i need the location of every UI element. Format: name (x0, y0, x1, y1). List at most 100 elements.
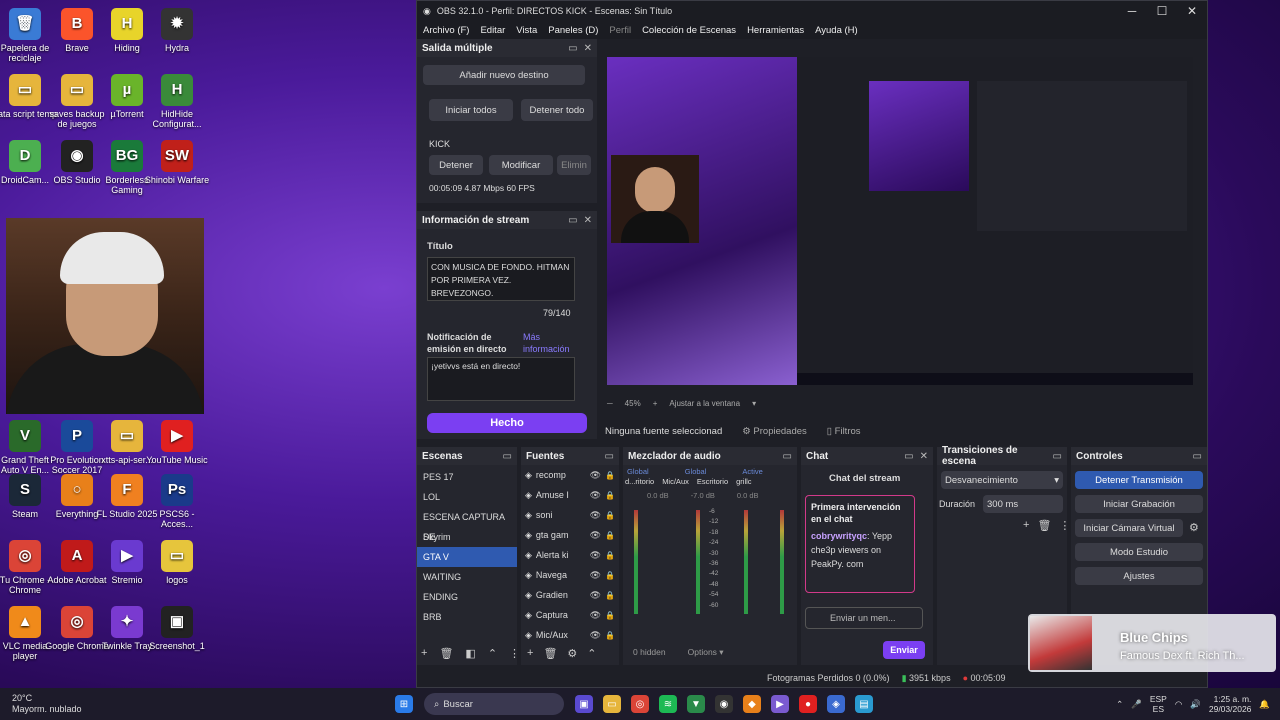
done-button[interactable]: Hecho (427, 413, 587, 433)
menu-paneles[interactable]: Paneles (D) (548, 25, 598, 36)
scene-item[interactable]: ENDING (417, 587, 517, 607)
desktop-icon[interactable]: Ps PSCS6 - Acces... (144, 474, 210, 529)
fit-to-window[interactable]: Ajustar a la ventana (669, 399, 740, 408)
source-item[interactable]: ◈ Captura 👁 🔒 (521, 605, 619, 625)
transition-select[interactable]: Desvanecimiento ▾ (941, 471, 1063, 489)
app-icon[interactable]: ▼ (687, 695, 705, 713)
lock-icon[interactable]: 🔒 (605, 551, 619, 560)
undock-icon[interactable]: ▭ (568, 43, 577, 54)
menu-editar[interactable]: Editar (480, 25, 505, 36)
program-preview[interactable] (607, 57, 1193, 385)
wifi-icon[interactable]: ◠ (1175, 699, 1182, 709)
search-box[interactable]: ⌕ Buscar (424, 693, 564, 715)
move-up-icon[interactable]: ⌃ (488, 647, 497, 660)
source-item[interactable]: ◈ gta gam 👁 🔒 (521, 525, 619, 545)
chat-input[interactable]: Enviar un men... (805, 607, 923, 629)
app-icon[interactable]: ▤ (855, 695, 873, 713)
add-destination-button[interactable]: Añadir nuevo destino (423, 65, 585, 85)
chat-username[interactable]: cobrywrityqc (811, 531, 867, 541)
chrome-icon[interactable]: ◎ (631, 695, 649, 713)
delete-scene-icon[interactable]: 🗑 (439, 647, 453, 660)
zoom-out-icon[interactable]: ─ (607, 399, 613, 408)
menu-coleccion[interactable]: Colección de Escenas (642, 25, 736, 36)
undock-icon[interactable]: ▭ (568, 215, 577, 226)
mixer-tab[interactable]: Global (685, 467, 707, 476)
lock-icon[interactable]: 🔒 (605, 531, 619, 540)
language-indicator[interactable]: ESP ES (1150, 694, 1167, 714)
visibility-icon[interactable]: 👁 (590, 590, 601, 601)
scene-item[interactable]: ESCENA CAPTURA DE (417, 507, 517, 542)
properties-button[interactable]: ⚙ Propiedades (742, 426, 807, 437)
source-item[interactable]: ◈ Alerta ki 👁 🔒 (521, 545, 619, 565)
spotify-icon[interactable]: ≋ (659, 695, 677, 713)
notification-input[interactable]: ¡yetivvs está en directo! (427, 357, 575, 401)
menu-perfil[interactable]: Perfil (609, 25, 631, 36)
source-item[interactable]: ◈ Navega 👁 🔒 (521, 565, 619, 585)
explorer-icon[interactable]: ▭ (603, 695, 621, 713)
desktop-icon[interactable]: ▣ Screenshot_1 (144, 606, 210, 651)
visibility-icon[interactable]: 👁 (590, 610, 601, 621)
send-button[interactable]: Enviar (883, 641, 925, 659)
desktop-icon[interactable]: ✹ Hydra (144, 8, 210, 53)
undock-icon[interactable]: ▭ (783, 451, 792, 462)
app-icon[interactable]: ◆ (743, 695, 761, 713)
add-scene-icon[interactable]: + (421, 647, 427, 660)
scene-item[interactable]: WAITING (417, 567, 517, 587)
stop-all-button[interactable]: Detener todo (521, 99, 593, 121)
delete-source-icon[interactable]: 🗑 (543, 647, 557, 660)
studio-mode-button[interactable]: Modo Estudio (1075, 543, 1203, 561)
app-icon[interactable]: ◈ (827, 695, 845, 713)
more-info-link[interactable]: Más información (523, 331, 583, 355)
clock[interactable]: 1:25 a. m. 29/03/2026 (1209, 694, 1252, 714)
desktop-icon[interactable]: ▶ YouTube Music (144, 420, 210, 465)
add-transition-icon[interactable]: + (1023, 519, 1029, 532)
title-input[interactable]: CON MUSICA DE FONDO. HITMAN POR PRIMERA … (427, 257, 575, 301)
obs-taskbar-icon[interactable]: ◉ (715, 695, 733, 713)
stop-stream-button[interactable]: Detener Transmisión (1075, 471, 1203, 489)
menu-ayuda[interactable]: Ayuda (H) (815, 25, 858, 36)
lock-icon[interactable]: 🔒 (605, 471, 619, 480)
lock-icon[interactable]: 🔒 (605, 611, 619, 620)
close-button[interactable]: ✕ (1177, 4, 1207, 18)
app-icon[interactable]: ▶ (771, 695, 789, 713)
close-dock-icon[interactable]: ✕ (584, 215, 592, 226)
source-item[interactable]: ◈ Gradien 👁 🔒 (521, 585, 619, 605)
menu-archivo[interactable]: Archivo (F) (423, 25, 469, 36)
undock-icon[interactable]: ▭ (1193, 451, 1202, 462)
now-playing-toast[interactable]: Blue Chips Famous Dex ft. Rich Th... (1028, 614, 1276, 672)
menu-vista[interactable]: Vista (516, 25, 537, 36)
visibility-icon[interactable]: 👁 (590, 570, 601, 581)
add-source-icon[interactable]: + (527, 647, 533, 660)
source-item[interactable]: ◈ Mic/Aux 👁 🔒 (521, 625, 619, 645)
lock-icon[interactable]: 🔒 (605, 631, 619, 640)
settings-button[interactable]: Ajustes (1075, 567, 1203, 585)
undock-icon[interactable]: ▭ (503, 451, 512, 462)
desktop-icon[interactable]: SW Shinobi Warfare (144, 140, 210, 185)
source-item[interactable]: ◈ recomp 👁 🔒 (521, 465, 619, 485)
visibility-icon[interactable]: 👁 (590, 630, 601, 641)
undock-icon[interactable]: ▭ (904, 451, 913, 462)
source-settings-icon[interactable]: ⚙ (567, 647, 577, 660)
stop-destination-button[interactable]: Detener (429, 155, 483, 175)
menu-herramientas[interactable]: Herramientas (747, 25, 804, 36)
tray-chevron-icon[interactable]: ⌃ (1116, 699, 1123, 709)
filters-button[interactable]: ▯ Filtros (827, 426, 861, 437)
visibility-icon[interactable]: 👁 (590, 490, 601, 501)
close-dock-icon[interactable]: ✕ (584, 43, 592, 54)
start-recording-button[interactable]: Iniciar Grabación (1075, 495, 1203, 513)
modify-destination-button[interactable]: Modificar (489, 155, 553, 175)
delete-transition-icon[interactable]: 🗑 (1037, 519, 1051, 532)
virtual-camera-button[interactable]: Iniciar Cámara Virtual (1075, 519, 1183, 537)
move-up-icon[interactable]: ⌃ (587, 647, 596, 660)
visibility-icon[interactable]: 👁 (590, 470, 601, 481)
more-icon[interactable]: ⋮ (509, 647, 520, 660)
zoom-in-icon[interactable]: + (653, 399, 658, 408)
mic-icon[interactable]: 🎤 (1131, 699, 1142, 709)
duration-input[interactable]: 300 ms (983, 495, 1063, 513)
scene-filter-icon[interactable]: ◧ (465, 647, 475, 660)
lock-icon[interactable]: 🔒 (605, 491, 619, 500)
notification-icon[interactable]: 🔔 (1259, 699, 1270, 709)
scene-item[interactable]: PES 17 (417, 467, 517, 487)
hidden-count[interactable]: 0 hidden (633, 647, 666, 658)
minimize-button[interactable]: ─ (1117, 4, 1147, 18)
